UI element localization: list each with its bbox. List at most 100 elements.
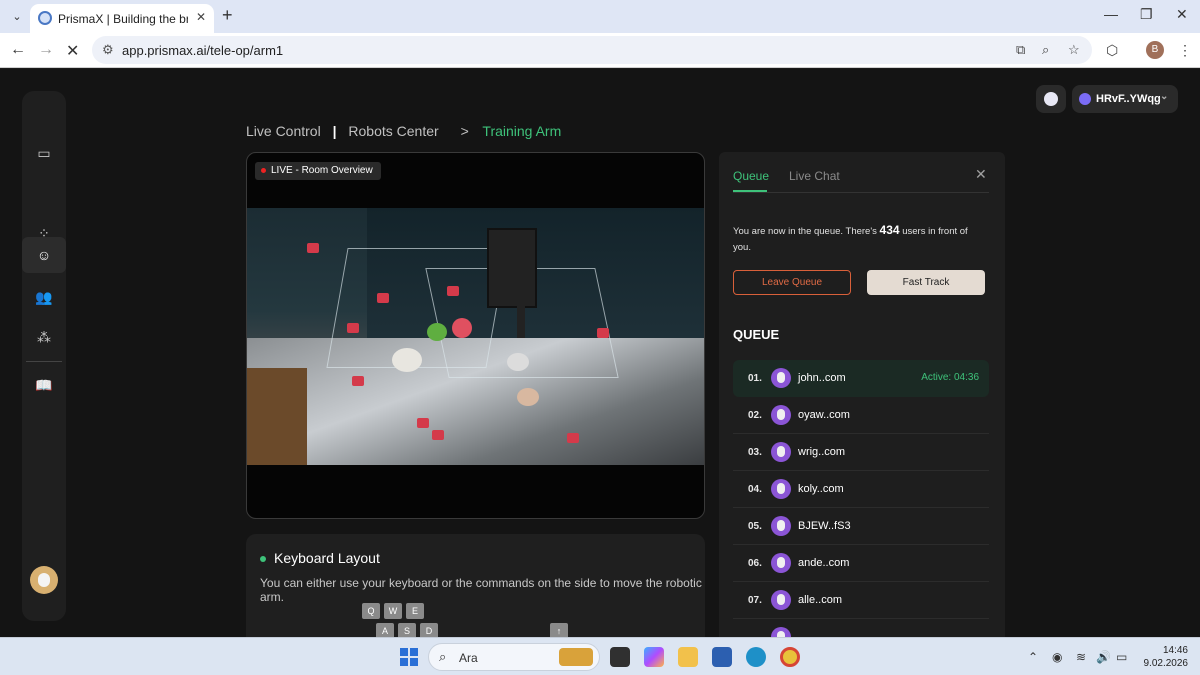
breadcrumb-robots-center[interactable]: Robots Center [348,123,438,139]
file-explorer-icon[interactable] [678,647,698,667]
wifi-icon[interactable]: ≋ [1076,650,1086,664]
copilot-icon[interactable] [644,647,664,667]
sidebar-docs-book-icon[interactable]: 📖 [22,367,66,403]
live-badge-text: LIVE - Room Overview [271,165,373,176]
restore-icon[interactable]: ❐ [1140,6,1153,23]
queue-user-name: wrig..com [798,446,846,458]
queue-user-avatar [771,479,791,499]
queue-position-info: You are now in the queue. There's 434 us… [733,222,983,256]
queue-user-avatar [771,590,791,610]
key-q[interactable]: Q [362,603,380,619]
battery-icon[interactable]: ▭ [1116,650,1127,664]
key-d[interactable]: D [420,623,438,637]
edge-browser-icon[interactable] [746,647,766,667]
wallet-address: HRvF..YWqg [1096,93,1161,105]
fast-track-button[interactable]: Fast Track [867,270,985,295]
url-text: app.prismax.ai/tele-op/arm1 [122,43,284,58]
chrome-browser-icon[interactable] [780,647,800,667]
queue-row: 02. oyaw..com [733,397,989,434]
sidebar-toggle-icon[interactable]: ▭ [22,135,66,171]
system-clock[interactable]: 14:46 9.02.2026 [1142,644,1189,670]
sidebar-network-icon[interactable]: ⁂ [22,319,66,355]
breadcrumb-live-control[interactable]: Live Control [246,123,321,139]
tray-expand-icon[interactable]: ⌃ [1028,650,1038,664]
queue-row-number: 04. [748,484,762,495]
notifications-button[interactable] [1036,85,1066,113]
breadcrumb-separator: | [332,123,337,139]
forward-arrow-icon[interactable]: → [38,41,54,59]
breadcrumb-training-arm: Training Arm [482,123,562,139]
queue-user-name: john..com [798,372,846,384]
windows-taskbar: ⌕ Ara ⌃ ◉ ≋ 🔊 ▭ 14:46 9.02.2026 [0,637,1200,675]
close-panel-icon[interactable]: ✕ [975,166,987,183]
taskbar-search-placeholder: Ara [459,651,478,665]
queue-user-avatar [771,442,791,462]
stop-loading-icon[interactable]: ✕ [66,41,79,61]
queue-active-status: Active: 04:36 [921,372,979,383]
microsoft-store-icon[interactable] [712,647,732,667]
sidebar-users-icon[interactable]: 👥 [22,279,66,315]
keyboard-layout-title-text: Keyboard Layout [274,550,380,566]
queue-row-number: 06. [748,558,762,569]
live-badge: LIVE - Room Overview [255,162,381,180]
key-arrow-up[interactable]: ↑ [550,623,568,637]
key-s[interactable]: S [398,623,416,637]
queue-row: 04. koly..com [733,471,989,508]
queue-user-avatar [771,516,791,536]
key-e[interactable]: E [406,603,424,619]
zoom-icon[interactable]: ⌕ [1042,42,1049,58]
task-view-icon[interactable] [610,647,630,667]
tab-search-chevron-icon[interactable]: ⌄ [7,7,27,27]
minimize-icon[interactable]: — [1104,6,1118,22]
windows-start-icon[interactable] [400,648,418,666]
queue-user-name: alle..com [798,594,843,606]
green-dot-icon [260,556,266,563]
wallet-button[interactable]: HRvF..YWqg ⌄ [1072,85,1178,113]
new-tab-plus-icon[interactable]: + [222,5,233,26]
sidebar-robot-icon[interactable]: ☺ [22,237,66,273]
users-ahead-count: 434 [879,223,900,237]
queue-user-avatar [771,627,791,637]
queue-user-name: oyaw..com [798,409,850,421]
chevron-down-icon: ⌄ [1160,91,1169,102]
back-arrow-icon[interactable]: ← [10,41,26,59]
tab-live-chat[interactable]: Live Chat [789,169,840,183]
taskbar-search-input[interactable]: ⌕ Ara [428,643,600,671]
site-info-icon[interactable]: ⚙ [102,42,114,58]
wallet-icon [1079,93,1091,105]
tab-queue[interactable]: Queue [733,169,769,183]
queue-row: 03. wrig..com [733,434,989,471]
tab-close-icon[interactable]: ✕ [196,10,206,24]
leave-queue-button[interactable]: Leave Queue [733,270,851,295]
active-tab-indicator [733,190,767,192]
key-w[interactable]: W [384,603,402,619]
tray-app-icon[interactable]: ◉ [1052,650,1062,664]
queue-row: 01. john..com Active: 04:36 [733,360,989,397]
extensions-icon[interactable]: ⬡ [1106,42,1118,59]
queue-row [733,619,989,637]
video-feed-panel[interactable]: LIVE - Room Overview [246,152,705,519]
user-avatar[interactable] [30,566,58,594]
queue-row-number: 05. [748,521,762,532]
browser-tab[interactable]: PrismaX | Building the bridge be ✕ [30,4,214,33]
address-bar[interactable]: ⚙ app.prismax.ai/tele-op/arm1 ⧉ ⌕ ☆ [92,36,1092,64]
app-root: ▭ ⁘ ☺ 👥 ⁂ 📖 HRvF..YWqg ⌄ Live Control | … [0,69,1200,637]
queue-heading: QUEUE [733,327,780,342]
search-icon: ⌕ [439,649,447,664]
window-close-icon[interactable]: ✕ [1176,6,1188,23]
key-a[interactable]: A [376,623,394,637]
browser-tab-strip: ⌄ PrismaX | Building the bridge be ✕ + —… [0,0,1200,33]
profile-avatar[interactable]: B [1146,41,1164,59]
bookmark-star-icon[interactable]: ☆ [1068,42,1080,58]
volume-icon[interactable]: 🔊 [1096,650,1111,664]
queue-row: 06. ande..com [733,545,989,582]
browser-menu-icon[interactable]: ⋮ [1178,42,1192,59]
clock-time: 14:46 [1162,645,1188,656]
translate-icon[interactable]: ⧉ [1016,42,1025,58]
queue-user-avatar [771,405,791,425]
keyboard-layout-description: You can either use your keyboard or the … [260,576,702,604]
live-dot-icon [261,167,266,173]
keyboard-layout-panel: Keyboard Layout You can either use your … [246,534,705,637]
queue-row: 07. alle..com [733,582,989,619]
queue-user-name: BJEW..fS3 [798,520,851,532]
